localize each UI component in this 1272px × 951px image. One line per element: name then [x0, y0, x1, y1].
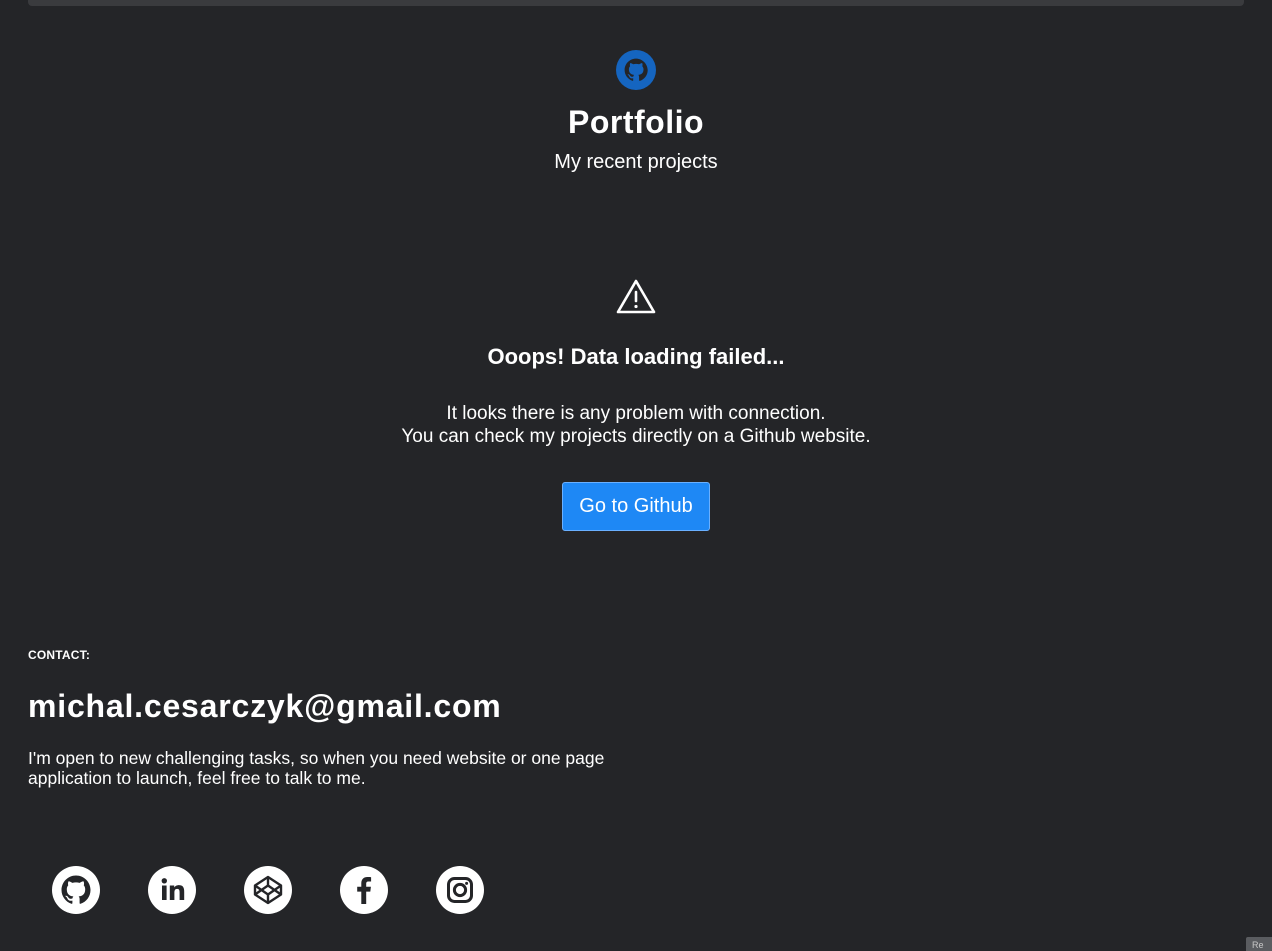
error-line-2: You can check my projects directly on a …	[401, 426, 871, 447]
warning-icon	[616, 279, 656, 314]
codepen-icon	[253, 875, 283, 905]
page-header: Portfolio My recent projects	[0, 50, 1272, 174]
social-github-link[interactable]	[52, 866, 100, 914]
social-instagram-link[interactable]	[436, 866, 484, 914]
social-linkedin-link[interactable]	[148, 866, 196, 914]
social-facebook-link[interactable]	[340, 866, 388, 914]
contact-label: CONTACT:	[28, 648, 91, 662]
social-codepen-link[interactable]	[244, 866, 292, 914]
contact-email-link[interactable]: michal.cesarczyk@gmail.com	[28, 688, 668, 724]
error-title: Ooops! Data loading failed...	[487, 344, 785, 369]
contact-section: CONTACT: michal.cesarczyk@gmail.com I'm …	[28, 648, 668, 788]
instagram-icon	[447, 877, 473, 903]
page-subtitle: My recent projects	[554, 151, 718, 173]
github-icon	[61, 875, 91, 904]
page-title: Portfolio	[567, 104, 705, 140]
github-icon	[616, 50, 656, 90]
facebook-icon	[357, 877, 372, 904]
top-bar	[28, 0, 1244, 6]
error-message: Ooops! Data loading failed... It looks t…	[0, 278, 1272, 531]
linkedin-icon	[161, 878, 185, 900]
error-description: It looks there is any problem with conne…	[0, 402, 1272, 448]
go-to-github-button[interactable]: Go to Github	[562, 482, 710, 531]
contact-description: I'm open to new challenging tasks, so wh…	[28, 748, 605, 788]
corner-widget-tab[interactable]: Re	[1246, 937, 1272, 951]
error-line-1: It looks there is any problem with conne…	[446, 403, 826, 424]
